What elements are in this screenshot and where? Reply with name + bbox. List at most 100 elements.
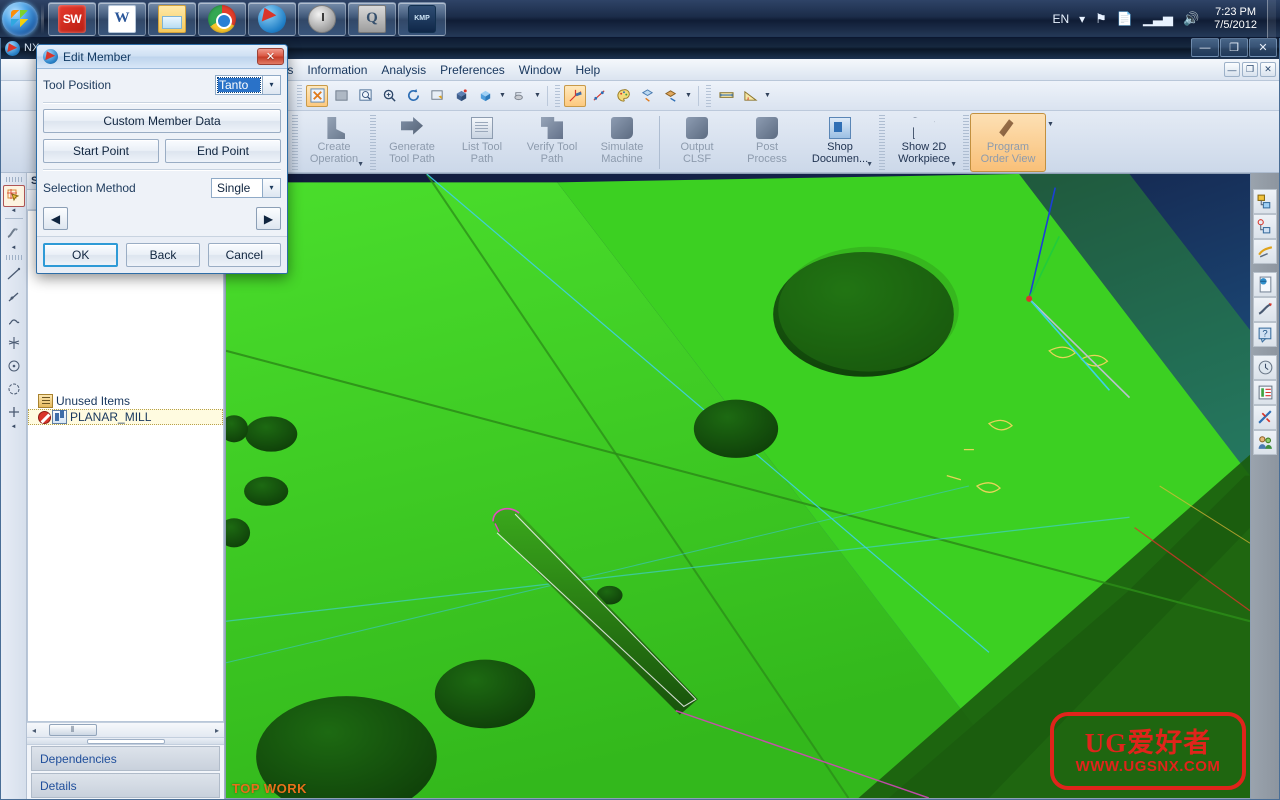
chevron-down-icon-2[interactable]: ▼	[533, 85, 542, 107]
line-icon[interactable]	[3, 263, 25, 285]
zoom-window-icon[interactable]	[354, 85, 376, 107]
window-maximize-button[interactable]: ❐	[1220, 38, 1248, 57]
show-2d-workpiece-button[interactable]: Show 2D Workpiece ▼	[886, 113, 962, 172]
shop-documentation-button[interactable]: Shop Documen... ▼	[802, 113, 878, 172]
simulate-machine-button[interactable]: Simulate Machine	[587, 113, 657, 172]
create-operation-button[interactable]: Create Operation ▼	[299, 113, 369, 172]
menu-help[interactable]: Help	[568, 61, 607, 79]
wcs-dynamics-2-icon[interactable]	[588, 85, 610, 107]
navigator-horizontal-scrollbar[interactable]: ◂ ⦀ ▸	[27, 722, 224, 737]
action-center-icon[interactable]: 📄	[1112, 6, 1138, 32]
wcs-dynamics-icon[interactable]	[509, 85, 531, 107]
menu-window[interactable]: Window	[512, 61, 569, 79]
mdi-restore-button[interactable]: ❐	[1242, 62, 1258, 77]
taskbar-button-kmplayer[interactable]	[398, 1, 446, 36]
verify-tool-path-button[interactable]: Verify Tool Path	[517, 113, 587, 172]
show-desktop-button[interactable]	[1267, 0, 1276, 38]
web-browser-icon[interactable]	[1253, 272, 1277, 297]
toolbar-grip-2[interactable]	[555, 84, 560, 107]
select-curve-icon[interactable]	[3, 222, 25, 244]
language-indicator[interactable]: EN	[1047, 6, 1074, 32]
tool-position-combo[interactable]: Tanto ▾	[215, 74, 281, 95]
taskbar-button-chrome[interactable]	[198, 1, 246, 36]
dialog-title-bar[interactable]: Edit Member ✕	[37, 45, 287, 69]
orient-view-icon[interactable]	[450, 85, 472, 107]
help-icon[interactable]: ?	[1253, 322, 1277, 347]
taskbar-button-explorer[interactable]	[148, 1, 196, 36]
history-icon[interactable]	[1253, 297, 1277, 322]
circle-icon[interactable]	[3, 378, 25, 400]
dialog-close-button[interactable]: ✕	[257, 48, 284, 65]
menu-analysis[interactable]: Analysis	[374, 61, 433, 79]
pan-icon[interactable]	[426, 85, 448, 107]
point-circle-icon[interactable]	[3, 355, 25, 377]
menu-information[interactable]: Information	[300, 61, 374, 79]
scrollbar-thumb[interactable]: ⦀	[49, 724, 97, 736]
datum-line-icon[interactable]	[3, 286, 25, 308]
toolbar-grip-3[interactable]	[706, 84, 711, 107]
cancel-button[interactable]: Cancel	[207, 243, 281, 267]
rail-overflow-icon-2[interactable]: ◄	[11, 245, 17, 252]
taskbar-button-solidworks[interactable]	[48, 1, 96, 36]
palette-icon[interactable]	[612, 85, 634, 107]
fit-icon[interactable]	[306, 84, 328, 107]
output-clsf-button[interactable]: Output CLSF	[662, 113, 732, 172]
panel-details[interactable]: Details	[31, 773, 220, 798]
tree-node-unused-items[interactable]: Unused Items	[28, 393, 223, 409]
recent-icon[interactable]	[1253, 355, 1277, 380]
spline-icon[interactable]	[3, 309, 25, 331]
chevron-down-icon-3[interactable]: ▼	[684, 85, 693, 107]
part-navigator-icon[interactable]	[1253, 239, 1277, 264]
rendering-style-icon[interactable]	[474, 85, 496, 107]
transform-icon[interactable]	[660, 85, 682, 107]
mdi-minimize-button[interactable]: —	[1224, 62, 1240, 77]
window-close-button[interactable]: ✕	[1249, 38, 1277, 57]
panel-dependencies[interactable]: Dependencies	[31, 746, 220, 771]
flag-icon[interactable]: ⚑	[1090, 6, 1112, 32]
clock[interactable]: 7:23 PM 7/5/2012	[1204, 6, 1265, 32]
measure-distance-icon[interactable]	[715, 85, 737, 107]
selection-method-value-box[interactable]: Single	[211, 177, 263, 198]
ribbon-grip-3[interactable]	[879, 115, 885, 170]
palette-panel-icon[interactable]	[1253, 380, 1277, 405]
volume-icon[interactable]: 🔊	[1178, 6, 1204, 32]
wcs-origin-icon[interactable]	[564, 84, 586, 107]
assembly-navigator-icon[interactable]	[1253, 189, 1277, 214]
roles-icon[interactable]	[1253, 430, 1277, 455]
ok-button[interactable]: OK	[43, 243, 119, 267]
taskbar-button-clock-app[interactable]	[298, 1, 346, 36]
move-object-icon[interactable]	[636, 85, 658, 107]
ribbon-grip-4[interactable]	[963, 115, 969, 170]
rotate-icon[interactable]	[402, 85, 424, 107]
chevron-up-icon[interactable]: ▾	[1074, 6, 1090, 32]
program-order-view-caret[interactable]: ▼	[1046, 113, 1055, 135]
rail-overflow-icon-3[interactable]: ◄	[11, 424, 17, 431]
network-icon[interactable]: ▁▃▅	[1138, 6, 1178, 32]
window-minimize-button[interactable]: —	[1191, 38, 1219, 57]
chevron-down-icon[interactable]: ▾	[263, 177, 281, 198]
point-icon[interactable]	[3, 401, 25, 423]
chevron-down-icon[interactable]: ▼	[950, 161, 957, 168]
graphics-viewport[interactable]: ZM ZC YM YC XC XM TOP WORK UG爱好者 WWW.UGS…	[225, 173, 1251, 799]
chevron-down-icon-4[interactable]: ▼	[763, 85, 772, 107]
mdi-close-button[interactable]: ✕	[1260, 62, 1276, 77]
post-process-button[interactable]: Post Process	[732, 113, 802, 172]
chevron-down-icon[interactable]: ▾	[263, 74, 281, 95]
select-face-icon[interactable]	[2, 185, 25, 207]
chevron-down-icon[interactable]: ▼	[498, 85, 507, 107]
edit-member-dialog[interactable]: Edit Member ✕ Tool Position Tanto ▾ Cust…	[36, 44, 288, 274]
selection-method-combo[interactable]: Single ▾	[211, 177, 281, 198]
rail-grip-1[interactable]	[5, 177, 22, 182]
measure-angle-icon[interactable]	[739, 85, 761, 107]
datum-plane-icon[interactable]	[3, 332, 25, 354]
navigator-splitter[interactable]	[27, 737, 224, 745]
constraint-navigator-icon[interactable]	[1253, 214, 1277, 239]
scroll-right-arrow-icon[interactable]: ▸	[210, 726, 224, 735]
back-button[interactable]: Back	[126, 243, 200, 267]
process-studio-icon[interactable]	[1253, 405, 1277, 430]
ribbon-grip-1[interactable]	[292, 115, 298, 170]
custom-member-data-button[interactable]: Custom Member Data	[43, 109, 281, 133]
tree-node-planar-mill[interactable]: PLANAR_MILL	[28, 409, 223, 425]
start-button[interactable]	[2, 1, 38, 36]
end-point-button[interactable]: End Point	[165, 139, 281, 163]
